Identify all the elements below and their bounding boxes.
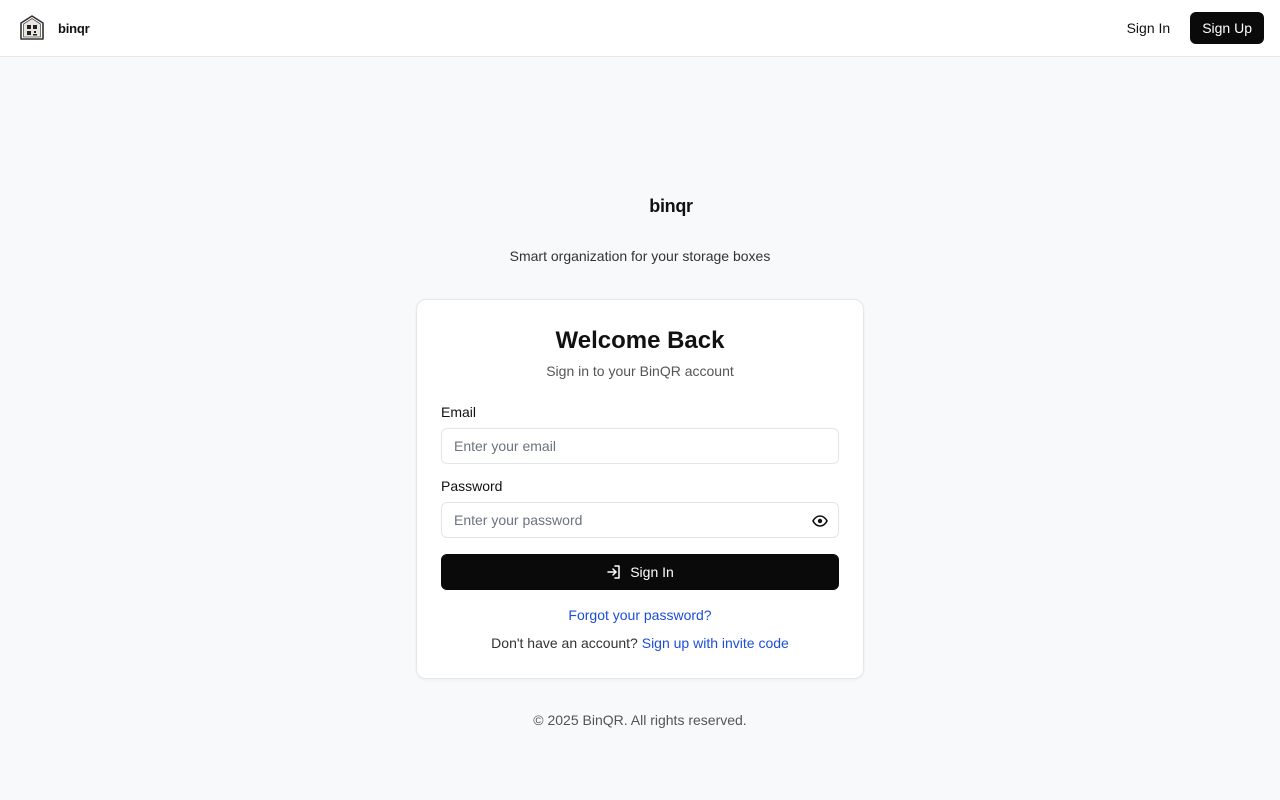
password-field-wrapper: [441, 502, 839, 538]
email-label: Email: [441, 404, 477, 420]
card-subtitle: Sign in to your BinQR account: [546, 363, 734, 379]
brand-name: binqr: [58, 20, 90, 36]
card-title: Welcome Back: [555, 327, 725, 354]
house-qr-logo-icon: [20, 15, 44, 40]
sign-in-nav-button[interactable]: Sign In: [1127, 20, 1171, 36]
forgot-password-row: Forgot your password?: [417, 607, 863, 623]
signup-prompt: Don't have an account?: [491, 635, 638, 651]
top-navbar: binqr Sign In Sign Up: [0, 0, 1280, 57]
eye-icon[interactable]: [810, 511, 830, 531]
signup-row: Don't have an account? Sign up with invi…: [417, 635, 863, 651]
email-field-wrapper: [441, 428, 839, 464]
email-field[interactable]: [442, 429, 838, 463]
sign-up-nav-button[interactable]: Sign Up: [1190, 12, 1264, 44]
hero-logo-text: binqr: [649, 196, 693, 216]
signup-invite-link[interactable]: Sign up with invite code: [642, 635, 789, 651]
footer-copyright: © 2025 BinQR. All rights reserved.: [533, 712, 747, 728]
sign-in-submit-label: Sign In: [630, 564, 674, 580]
password-label: Password: [441, 478, 503, 494]
brand[interactable]: binqr: [20, 15, 90, 41]
nav-actions: Sign In Sign Up: [1127, 12, 1264, 44]
login-card: Welcome Back Sign in to your BinQR accou…: [416, 299, 864, 679]
forgot-password-link[interactable]: Forgot your password?: [568, 607, 711, 623]
login-arrow-icon: [607, 565, 620, 579]
tagline: Smart organization for your storage boxe…: [509, 248, 771, 264]
sign-in-submit-button[interactable]: Sign In: [441, 554, 839, 590]
hero-logo: binqr: [0, 196, 1280, 217]
password-field[interactable]: [442, 503, 838, 537]
